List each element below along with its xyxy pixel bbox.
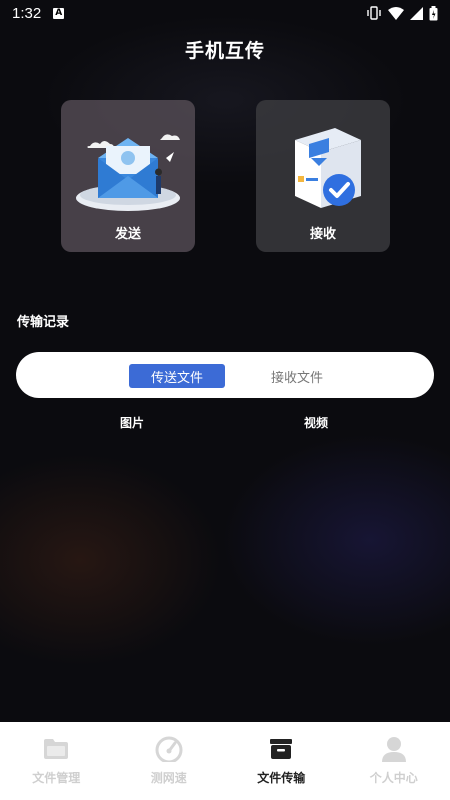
segment-sent-files[interactable]: 传送文件	[129, 364, 225, 388]
transfer-records-title: 传输记录	[17, 315, 70, 330]
send-label: 发送	[114, 227, 141, 242]
envelope-send-icon	[76, 134, 180, 211]
send-card[interactable]: 发送	[61, 100, 195, 252]
receive-card[interactable]: 接收	[256, 100, 390, 252]
tabbar-label-speed-test: 测网速	[150, 771, 187, 785]
tabbar-label-personal-center: 个人中心	[369, 771, 418, 785]
page-title: 手机互传	[184, 40, 265, 62]
tabbar-item-file-management[interactable]: 文件管理	[0, 722, 113, 800]
notification-badge-icon: A	[53, 7, 65, 19]
transfer-box-icon	[266, 734, 296, 764]
receive-label: 接收	[309, 227, 336, 242]
tabbar-item-file-transfer[interactable]: 文件传输	[225, 722, 338, 800]
tabbar-label-file-transfer: 文件传输	[257, 771, 306, 785]
status-time: 1:32	[12, 4, 42, 22]
tabbar-item-speed-test[interactable]: 测网速	[113, 722, 226, 800]
wifi-icon	[388, 6, 404, 20]
bottom-tab-bar: 文件管理 测网速 文件传输 个人中心	[0, 722, 450, 800]
tab-videos[interactable]: 视频	[304, 414, 328, 431]
tabbar-label-file-management: 文件管理	[32, 771, 81, 785]
tab-images[interactable]: 图片	[120, 414, 144, 431]
status-bar: 1:32 A	[0, 0, 450, 26]
folder-icon	[41, 734, 71, 764]
package-receive-icon	[295, 128, 361, 208]
signal-icon	[410, 6, 423, 20]
status-icons	[366, 5, 438, 21]
vibrate-icon	[367, 6, 381, 20]
speedometer-icon	[154, 734, 184, 764]
battery-icon	[429, 5, 438, 20]
tabbar-item-personal-center[interactable]: 个人中心	[338, 722, 450, 800]
segment-received-files[interactable]: 接收文件	[249, 364, 345, 388]
person-icon	[379, 734, 409, 764]
transfer-direction-segmented-control: 传送文件 接收文件	[16, 352, 434, 398]
